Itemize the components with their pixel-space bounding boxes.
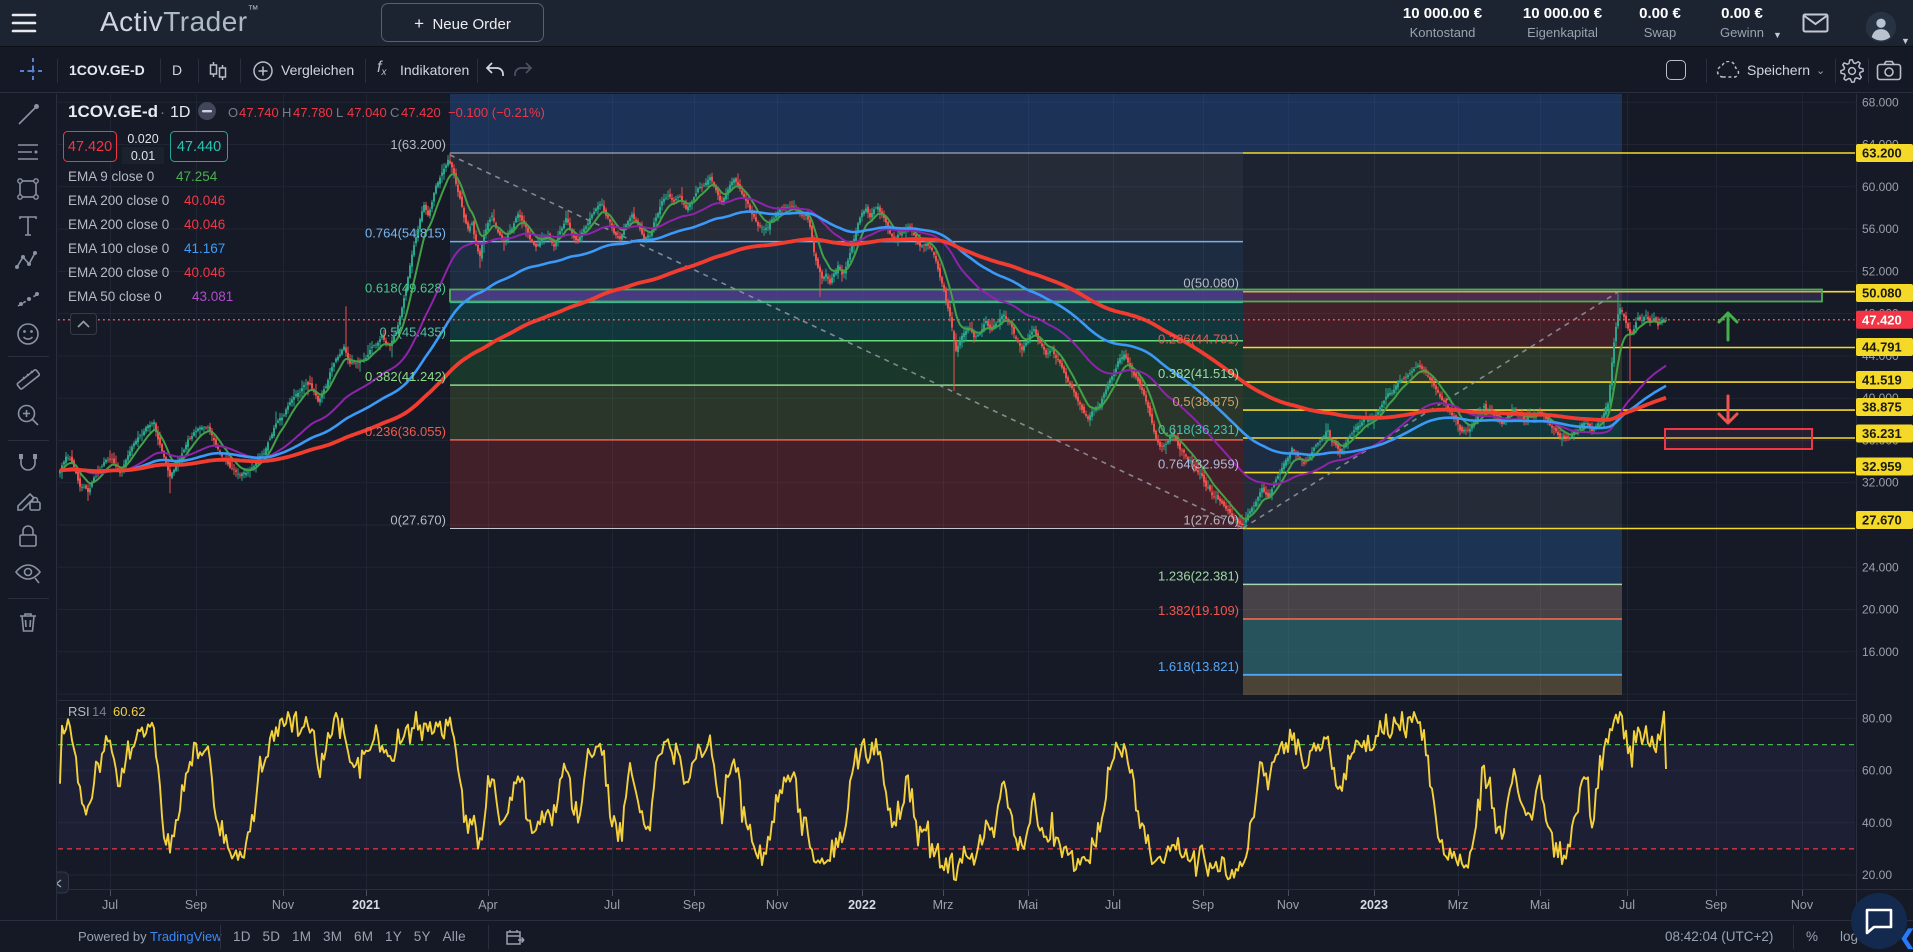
svg-text:0(50.080): 0(50.080) (1183, 276, 1239, 291)
svg-text:80.00: 80.00 (1862, 712, 1892, 726)
svg-text:1COV.GE-d: 1COV.GE-d (68, 102, 158, 121)
svg-text:EMA 100 close 0: EMA 100 close 0 (68, 241, 169, 256)
svg-text:1.618(13.821): 1.618(13.821) (1158, 659, 1239, 674)
svg-text:47.254: 47.254 (176, 169, 218, 184)
svg-text:68.000: 68.000 (1862, 95, 1899, 109)
svg-text:47.420: 47.420 (68, 139, 112, 155)
svg-text:44.791: 44.791 (1862, 340, 1902, 355)
svg-text:47.420: 47.420 (401, 105, 441, 120)
svg-text:Mai: Mai (1530, 898, 1550, 912)
svg-text:EMA 9 close 0: EMA 9 close 0 (68, 169, 154, 184)
svg-text:32.959: 32.959 (1862, 459, 1902, 474)
svg-text:14: 14 (92, 704, 106, 719)
svg-text:0(27.670): 0(27.670) (390, 512, 446, 527)
svg-text:40.046: 40.046 (184, 217, 225, 232)
svg-text:52.000: 52.000 (1862, 264, 1899, 278)
svg-text:0.01: 0.01 (131, 149, 155, 163)
svg-text:41.167: 41.167 (184, 241, 225, 256)
svg-text:43.081: 43.081 (192, 289, 233, 304)
svg-text:Nov: Nov (1277, 898, 1300, 912)
svg-text:O: O (228, 105, 238, 120)
svg-text:40.046: 40.046 (184, 265, 225, 280)
svg-text:36.231: 36.231 (1862, 426, 1902, 441)
svg-text:Nov: Nov (1791, 898, 1814, 912)
svg-text:·: · (160, 104, 165, 121)
svg-text:Jul: Jul (102, 898, 118, 912)
svg-text:1(63.200): 1(63.200) (390, 137, 446, 152)
svg-text:EMA 200 close 0: EMA 200 close 0 (68, 265, 169, 280)
svg-text:0.5(38.875): 0.5(38.875) (1173, 394, 1240, 409)
svg-text:1.382(19.109): 1.382(19.109) (1158, 603, 1239, 618)
svg-text:63.200: 63.200 (1862, 146, 1902, 161)
svg-text:60.62: 60.62 (113, 704, 146, 719)
svg-text:27.670: 27.670 (1862, 513, 1902, 528)
svg-text:L: L (336, 105, 343, 120)
svg-text:40.00: 40.00 (1862, 816, 1892, 830)
svg-text:1(27.670): 1(27.670) (1183, 512, 1239, 527)
svg-text:Mrz: Mrz (1448, 898, 1469, 912)
svg-text:60.00: 60.00 (1862, 764, 1892, 778)
svg-text:0.764(32.959): 0.764(32.959) (1158, 457, 1239, 472)
svg-text:0.618(36.231): 0.618(36.231) (1158, 422, 1239, 437)
svg-text:50.080: 50.080 (1862, 286, 1902, 301)
svg-text:1.236(22.381): 1.236(22.381) (1158, 568, 1239, 583)
svg-text:0.020: 0.020 (127, 132, 158, 146)
svg-text:1D: 1D (170, 104, 190, 121)
svg-text:20.000: 20.000 (1862, 603, 1899, 617)
svg-text:56.000: 56.000 (1862, 222, 1899, 236)
svg-text:60.000: 60.000 (1862, 180, 1899, 194)
svg-text:47.780: 47.780 (293, 105, 333, 120)
svg-text:Mai: Mai (1018, 898, 1038, 912)
svg-text:32.000: 32.000 (1862, 476, 1899, 490)
svg-text:H: H (282, 105, 291, 120)
svg-text:0.236(36.055): 0.236(36.055) (365, 424, 446, 439)
svg-text:0.618(49.628): 0.618(49.628) (365, 280, 446, 295)
svg-text:0.382(41.242): 0.382(41.242) (365, 369, 446, 384)
svg-text:Jul: Jul (604, 898, 620, 912)
svg-text:EMA 200 close 0: EMA 200 close 0 (68, 217, 169, 232)
svg-text:2022: 2022 (848, 898, 876, 912)
svg-text:Apr: Apr (478, 898, 497, 912)
svg-text:−0.100 (−0.21%): −0.100 (−0.21%) (448, 105, 545, 120)
svg-text:Sep: Sep (185, 898, 207, 912)
svg-text:0.5(45.435): 0.5(45.435) (380, 325, 447, 340)
svg-text:0.236(44.791): 0.236(44.791) (1158, 332, 1239, 347)
svg-text:47.040: 47.040 (347, 105, 387, 120)
svg-text:EMA 200 close 0: EMA 200 close 0 (68, 193, 169, 208)
svg-text:16.000: 16.000 (1862, 645, 1899, 659)
svg-text:2021: 2021 (352, 898, 380, 912)
svg-text:38.875: 38.875 (1862, 400, 1902, 415)
svg-text:Jul: Jul (1619, 898, 1635, 912)
svg-text:0.764(54.815): 0.764(54.815) (365, 226, 446, 241)
svg-text:EMA 50 close 0: EMA 50 close 0 (68, 289, 162, 304)
svg-text:0.382(41.519): 0.382(41.519) (1158, 366, 1239, 381)
svg-text:24.000: 24.000 (1862, 560, 1899, 574)
svg-text:47.420: 47.420 (1862, 312, 1902, 327)
svg-text:Jul: Jul (1105, 898, 1121, 912)
svg-text:Sep: Sep (683, 898, 705, 912)
svg-text:Nov: Nov (272, 898, 295, 912)
svg-text:2023: 2023 (1360, 898, 1388, 912)
svg-text:RSI: RSI (68, 704, 90, 719)
svg-text:Mrz: Mrz (933, 898, 954, 912)
svg-text:41.519: 41.519 (1862, 373, 1902, 388)
svg-text:Nov: Nov (766, 898, 789, 912)
svg-text:47.440: 47.440 (177, 139, 221, 155)
svg-text:Sep: Sep (1192, 898, 1214, 912)
svg-text:47.740: 47.740 (239, 105, 279, 120)
svg-text:C: C (390, 105, 399, 120)
svg-text:40.046: 40.046 (184, 193, 225, 208)
svg-text:Sep: Sep (1705, 898, 1727, 912)
svg-text:20.00: 20.00 (1862, 868, 1892, 882)
